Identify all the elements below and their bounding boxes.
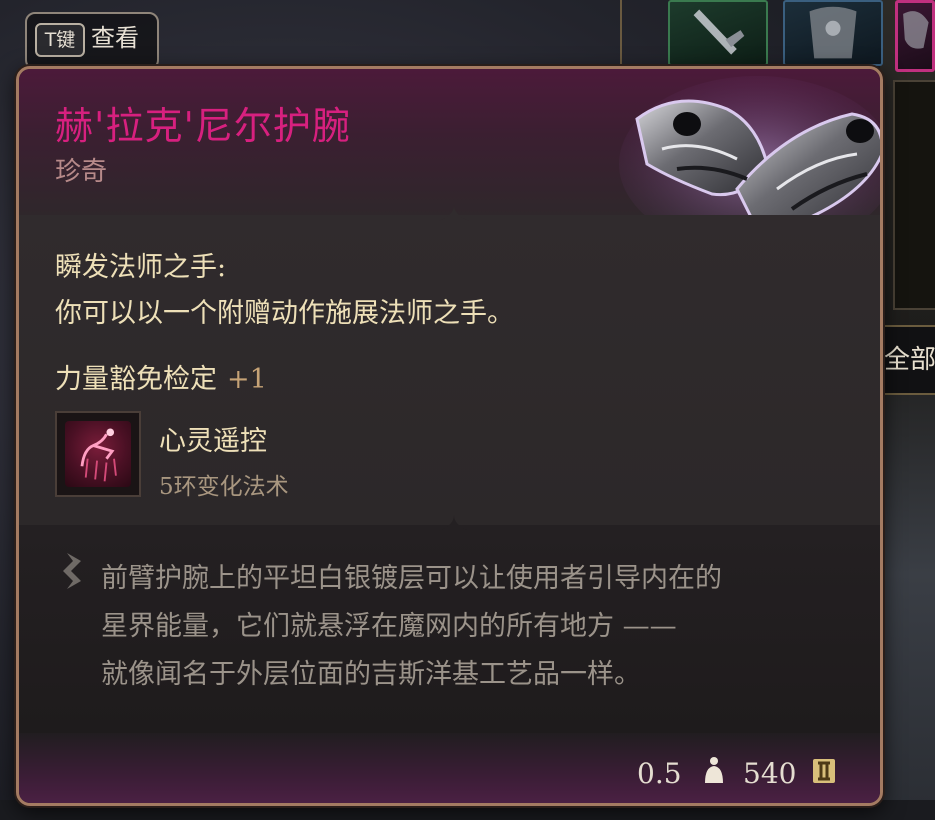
filter-tab-all[interactable]: 全部 (880, 325, 935, 395)
spell-frame[interactable] (55, 411, 141, 497)
ability-description: 你可以以一个附赠动作施展法师之手。 (55, 298, 514, 329)
item-rarity: 珍奇 (55, 157, 108, 187)
item-price: 540 (743, 757, 797, 790)
divider-notch (439, 205, 469, 221)
lore-line: 就像闻名于外层位面的吉斯洋基工艺品一样。 (101, 659, 641, 690)
telekinesis-spell-icon (65, 421, 131, 487)
spell-type: 5环变化法术 (159, 474, 289, 500)
sword-icon (693, 9, 745, 55)
weight-icon (705, 757, 723, 783)
item-tooltip: 赫'拉克'尼尔护腕 珍奇 瞬发法师之手: 你可以以一个附赠动作施展法师之手。 力… (16, 66, 883, 806)
item-weight: 0.5 (637, 757, 682, 790)
stat-bonus-value: +1 (227, 364, 267, 395)
stat-bonus: 力量豁免检定 +1 (55, 357, 267, 396)
lore-line: 前臂护腕上的平坦白银镀层可以让使用者引导内在的 (101, 563, 722, 594)
side-panel (893, 80, 935, 310)
gold-coin-icon (813, 759, 835, 783)
examine-key-hint[interactable]: T键 查看 (25, 12, 159, 70)
lore-text: 前臂护腕上的平坦白银镀层可以让使用者引导内在的 星界能量，它们就悬浮在魔网内的所… (101, 555, 861, 699)
lore-line: 星界能量，它们就悬浮在魔网内的所有地方 —— (101, 611, 677, 642)
item-name: 赫'拉克'尼尔护腕 (55, 104, 351, 148)
equipment-slot-bracers[interactable] (895, 0, 935, 72)
divider-notch-lower (439, 515, 469, 531)
keyboard-key-icon: T键 (35, 23, 85, 57)
equipment-slot-weapon[interactable] (668, 0, 768, 66)
bracers-slot-icon (903, 11, 929, 49)
ability-title: 瞬发法师之手: (55, 252, 227, 283)
stat-bonus-label: 力量豁免检定 (55, 364, 217, 395)
spell-name[interactable]: 心灵遥控 (159, 419, 267, 458)
equipment-slot-armor[interactable] (783, 0, 883, 66)
examine-label: 查看 (91, 24, 139, 52)
quill-icon (63, 553, 81, 589)
armor-icon (809, 6, 857, 59)
